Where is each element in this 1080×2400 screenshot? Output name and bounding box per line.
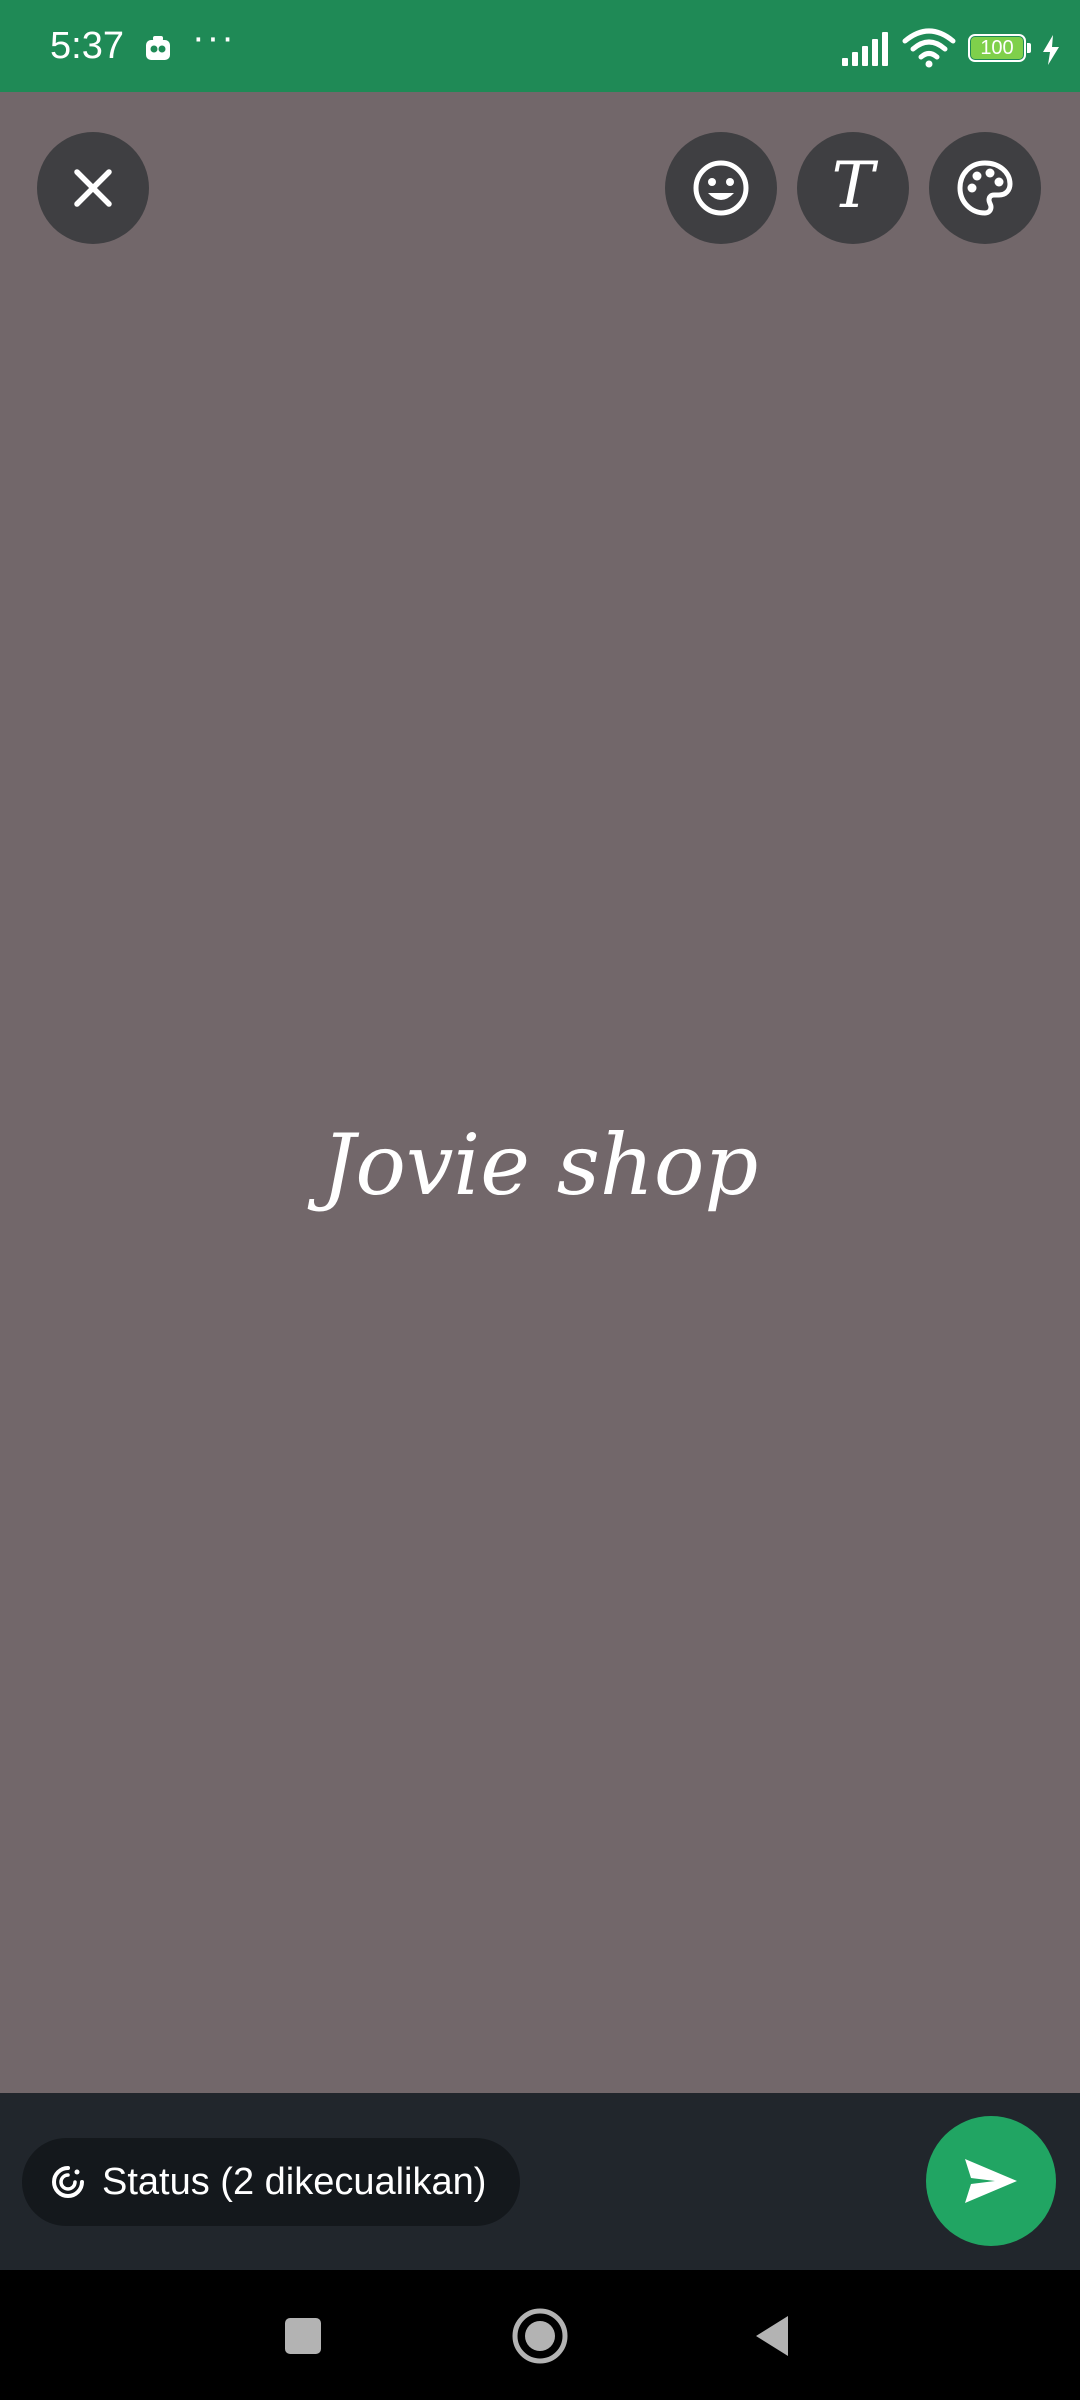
status-privacy-label: Status (2 dikecualikan) (102, 2160, 487, 2203)
emoji-icon (693, 160, 749, 216)
status-time: 5:37 (50, 25, 124, 67)
charging-icon (1043, 35, 1059, 65)
navigation-bar (0, 2270, 1080, 2400)
color-palette-button[interactable] (929, 132, 1041, 244)
signal-icon (842, 32, 888, 66)
home-button[interactable] (510, 2306, 570, 2366)
send-button[interactable] (926, 2116, 1056, 2246)
battery-icon: 100 (968, 34, 1032, 64)
emoji-button[interactable] (665, 132, 777, 244)
palette-icon (957, 160, 1013, 216)
system-indicators: 100 (840, 0, 1080, 92)
more-notifications-icon: ··· (192, 17, 236, 59)
status-bar: 5:37 ··· 100 (0, 0, 1080, 92)
bottom-bar: Status (2 dikecualikan) (0, 2093, 1080, 2270)
battery-level: 100 (980, 37, 1014, 59)
status-editor-screen: 5:37 ··· 100 T Jovie shop Status (2 dike… (0, 0, 1080, 2400)
status-text-content[interactable]: Jovie shop (0, 1110, 1080, 1220)
text-icon: T (831, 149, 875, 223)
app-notification-icon (146, 36, 170, 60)
text-style-button[interactable]: T (797, 132, 909, 244)
status-ring-icon (52, 2166, 84, 2198)
status-privacy-chip[interactable]: Status (2 dikecualikan) (22, 2138, 521, 2226)
close-icon (74, 169, 112, 207)
recents-button[interactable] (283, 2316, 323, 2356)
close-button[interactable] (37, 132, 149, 244)
wifi-icon (902, 28, 956, 68)
send-icon (965, 2159, 1017, 2203)
back-button[interactable] (752, 2312, 792, 2360)
